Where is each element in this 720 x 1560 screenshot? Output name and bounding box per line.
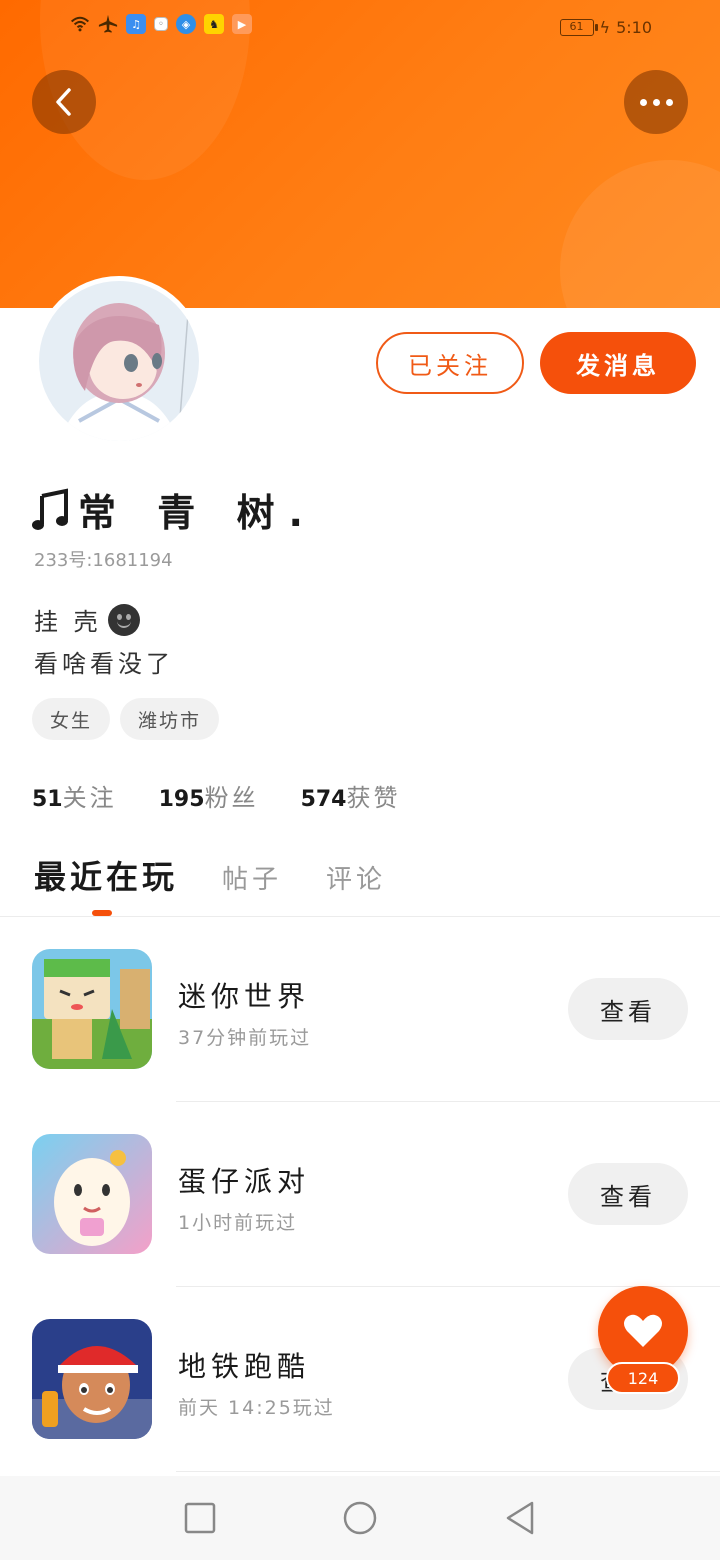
back-triangle-icon (506, 1501, 534, 1535)
back-arrow-icon (56, 88, 71, 116)
user-name-row: 常 青 树. (32, 482, 317, 537)
last-played-time: 37分钟前玩过 (178, 1027, 312, 1049)
game-app-icon: ♞ (204, 14, 224, 34)
fans-stat[interactable]: 195粉丝 (159, 778, 259, 813)
tag-location: 潍坊市 (120, 698, 220, 740)
system-back-button[interactable] (500, 1498, 540, 1538)
user-id: 233号:1681194 (34, 550, 173, 571)
view-game-button[interactable]: 查看 (568, 1163, 688, 1225)
eggy-party-game-icon (32, 1134, 152, 1254)
browser-app-icon: ◈ (176, 14, 196, 34)
music-note-icon (32, 488, 68, 530)
notification-icon: ◦ (154, 17, 168, 31)
bio-line-2: 看啥看没了 (34, 650, 174, 678)
smiley-face-icon (107, 603, 140, 636)
heart-icon (624, 1314, 662, 1347)
followed-button[interactable]: 已关注 (376, 332, 524, 394)
home-button[interactable] (340, 1498, 380, 1538)
more-options-icon (639, 98, 673, 106)
airplane-mode-icon (98, 14, 118, 34)
game-list-item[interactable]: 迷你世界 37分钟前玩过 查看 (0, 917, 720, 1102)
profile-tabs: 最近在玩 帖子 评论 (34, 852, 386, 898)
tab-posts[interactable]: 帖子 (222, 859, 282, 896)
like-count-badge: 124 (606, 1362, 680, 1394)
bio-text-1: 挂 壳 (34, 608, 102, 636)
avatar[interactable] (34, 276, 204, 446)
game-title: 蛋仔派对 (178, 1165, 311, 1198)
charging-icon: ϟ (599, 18, 611, 37)
status-time: 5:10 (616, 18, 652, 37)
tab-recently-played[interactable]: 最近在玩 (34, 852, 178, 898)
mini-world-game-icon (32, 949, 152, 1069)
back-button[interactable] (32, 70, 96, 134)
video-app-icon: ▶ (232, 14, 252, 34)
send-message-button[interactable]: 发消息 (540, 332, 696, 394)
music-app-icon: ♫ (126, 14, 146, 34)
game-title: 地铁跑酷 (178, 1350, 311, 1383)
profile-header-banner: ♫ ◦ ◈ ♞ ▶ 61 ϟ 5:10 (0, 0, 720, 308)
profile-tags: 女生 潍坊市 (32, 698, 220, 740)
status-bar: ♫ ◦ ◈ ♞ ▶ 61 ϟ 5:10 (0, 0, 720, 56)
last-played-time: 前天 14:25玩过 (178, 1397, 335, 1419)
likes-stat: 574获赞 (300, 784, 401, 812)
more-options-button[interactable] (624, 70, 688, 134)
user-name: 常 青 树. (78, 491, 317, 535)
following-stat[interactable]: 51关注 (32, 778, 117, 813)
system-navigation-bar (0, 1476, 720, 1560)
view-game-button[interactable]: 查看 (568, 978, 688, 1040)
profile-page: ♫ ◦ ◈ ♞ ▶ 61 ϟ 5:10 已关注 发消息 常 青 树. 233号:… (0, 0, 720, 1560)
battery-indicator: 61 (559, 19, 598, 36)
home-icon (343, 1501, 377, 1535)
profile-stats: 51关注 195粉丝 574获赞 (32, 778, 401, 813)
tab-comments[interactable]: 评论 (326, 859, 386, 896)
divider (176, 1471, 720, 1472)
tag-gender: 女生 (32, 698, 111, 740)
bio-line-1: 挂 壳 (34, 602, 140, 637)
game-list-item[interactable]: 蛋仔派对 1小时前玩过 查看 (0, 1102, 720, 1287)
wifi-icon (70, 14, 90, 34)
recent-apps-button[interactable] (180, 1498, 220, 1538)
recent-apps-icon (184, 1502, 216, 1534)
game-title: 迷你世界 (178, 980, 311, 1013)
last-played-time: 1小时前玩过 (178, 1212, 298, 1234)
subway-surfers-game-icon (32, 1319, 152, 1439)
